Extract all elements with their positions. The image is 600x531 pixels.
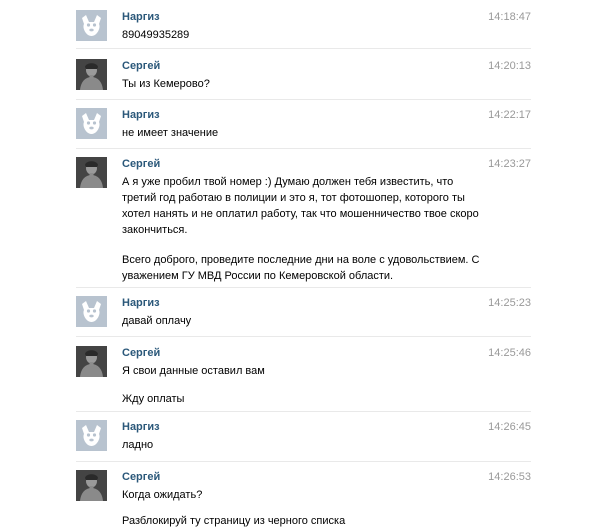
message-text: давай оплачу <box>122 313 482 329</box>
message-text: 89049935289 <box>122 27 482 43</box>
vk-dog-avatar[interactable] <box>76 420 107 451</box>
message-paragraph: Жду оплаты <box>122 393 185 405</box>
author-name-link[interactable]: Наргиз <box>122 108 160 122</box>
message-timestamp: 14:25:46 <box>488 347 531 359</box>
author-name-link[interactable]: Сергей <box>122 470 160 484</box>
message-text: Ты из Кемерово? <box>122 76 482 92</box>
message-paragraph: Разблокируй ту страницу из черного списк… <box>122 515 346 527</box>
vk-dog-avatar[interactable] <box>76 10 107 41</box>
user-photo <box>76 346 107 377</box>
message-text: Когда ожидать? Разблокируй ту страницу и… <box>122 487 482 529</box>
message-timestamp: 14:26:53 <box>488 471 531 483</box>
message-text: Я свои данные оставил вам Жду оплаты <box>122 363 482 407</box>
author-name-link[interactable]: Сергей <box>122 346 160 360</box>
user-photo <box>76 59 107 90</box>
message-divider <box>76 48 531 49</box>
dog-icon <box>76 296 107 327</box>
vk-dog-avatar[interactable] <box>76 108 107 139</box>
message-divider <box>76 148 531 149</box>
message-text: не имеет значение <box>122 125 482 141</box>
author-name-link[interactable]: Сергей <box>122 59 160 73</box>
message-divider <box>76 411 531 412</box>
user-photo-avatar[interactable] <box>76 470 107 501</box>
author-name-link[interactable]: Наргиз <box>122 296 160 310</box>
message-divider <box>76 461 531 462</box>
message-timestamp: 14:20:13 <box>488 60 531 72</box>
dog-icon <box>76 108 107 139</box>
message-divider <box>76 336 531 337</box>
message-divider <box>76 287 531 288</box>
message-paragraph: не имеет значение <box>122 127 219 139</box>
message-paragraph: Я свои данные оставил вам <box>122 365 265 377</box>
message-paragraph: давай оплачу <box>122 315 192 327</box>
user-photo-avatar[interactable] <box>76 59 107 90</box>
message-paragraph: Когда ожидать? <box>122 489 203 501</box>
vk-dog-avatar[interactable] <box>76 296 107 327</box>
user-photo-avatar[interactable] <box>76 346 107 377</box>
message-paragraph: ладно <box>122 439 154 451</box>
user-photo <box>76 470 107 501</box>
message-timestamp: 14:23:27 <box>488 158 531 170</box>
message-timestamp: 14:26:45 <box>488 421 531 433</box>
message-text: ладно <box>122 437 482 453</box>
user-photo <box>76 157 107 188</box>
author-name-link[interactable]: Наргиз <box>122 10 160 24</box>
message-paragraph: 89049935289 <box>122 29 190 41</box>
author-name-link[interactable]: Сергей <box>122 157 160 171</box>
user-photo-avatar[interactable] <box>76 157 107 188</box>
message-timestamp: 14:18:47 <box>488 11 531 23</box>
message-divider <box>76 99 531 100</box>
message-text: А я уже пробил твой номер :) Думаю долже… <box>122 174 482 284</box>
message-paragraph: А я уже пробил твой номер :) Думаю долже… <box>122 176 479 236</box>
message-paragraph: Ты из Кемерово? <box>122 78 210 90</box>
message-paragraph: Всего доброго, проведите последние дни н… <box>122 254 480 282</box>
dog-icon <box>76 10 107 41</box>
message-timestamp: 14:22:17 <box>488 109 531 121</box>
message-timestamp: 14:25:23 <box>488 297 531 309</box>
author-name-link[interactable]: Наргиз <box>122 420 160 434</box>
dog-icon <box>76 420 107 451</box>
